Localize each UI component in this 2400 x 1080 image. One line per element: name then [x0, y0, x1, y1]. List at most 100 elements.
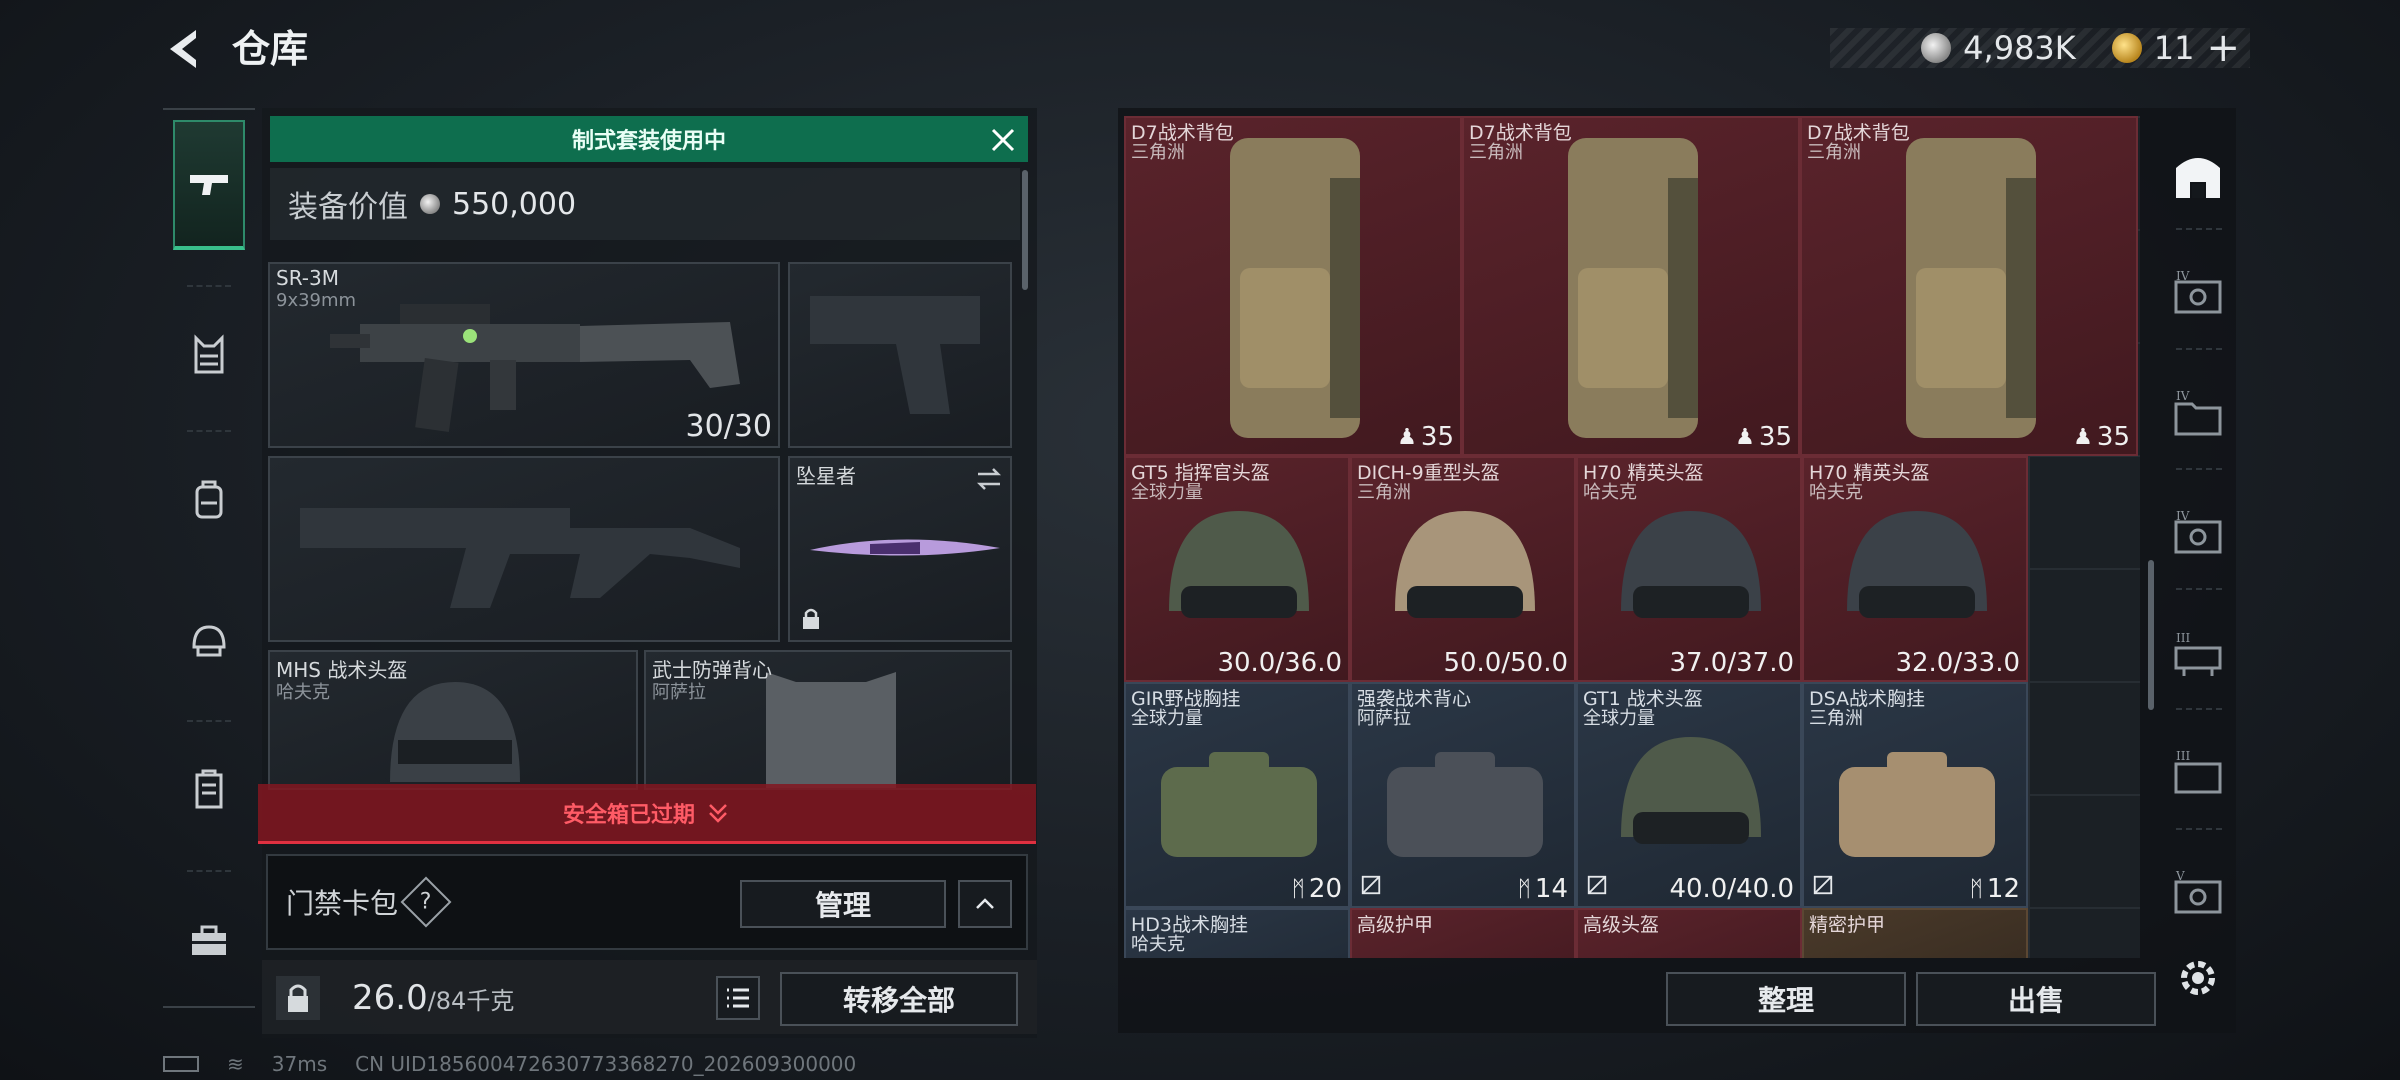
stash-item[interactable]: 强袭战术背心 阿萨拉 ᛗ 14	[1350, 682, 1576, 908]
backpack-icon	[1230, 138, 1360, 438]
case-iv-2-icon: IV	[2174, 509, 2222, 554]
stash-scrollbar[interactable]	[2148, 560, 2154, 710]
safebox-expired-banner[interactable]: 安全箱已过期	[258, 784, 1036, 844]
stash-item[interactable]: D7战术背包 三角洲 ♟ 35	[1124, 116, 1462, 456]
sidearm-slot[interactable]	[788, 262, 1012, 448]
primary-weapon-slot[interactable]: SR-3M 9x39mm 30/30	[268, 262, 780, 448]
svg-text:IV: IV	[2176, 389, 2190, 403]
back-button[interactable]	[160, 24, 210, 74]
item-count-value: 32.0/33.0	[1895, 648, 2020, 678]
helmet-slot[interactable]: MHS 战术头盔 哈夫克	[268, 650, 638, 790]
settings-button[interactable]	[2174, 954, 2222, 1002]
stash-item[interactable]: H70 精英头盔 哈夫克 32.0/33.0	[1802, 456, 2028, 682]
rail-case-iv[interactable]: IV	[2170, 268, 2226, 324]
add-currency-button[interactable]: +	[2206, 25, 2240, 71]
item-count-value: 12	[1986, 874, 2020, 904]
svg-text:V: V	[2175, 869, 2185, 883]
tab-chest-rig[interactable]	[173, 290, 245, 420]
item-brand: 全球力量	[1583, 708, 1655, 729]
stash-item[interactable]: 精密护甲	[1802, 908, 2028, 958]
wifi-icon: ≋	[227, 1052, 244, 1076]
manage-button[interactable]: 管理	[740, 880, 946, 928]
chevron-double-down-icon	[709, 803, 727, 823]
close-banner-button[interactable]	[985, 122, 1021, 158]
folder-iv-icon: IV	[2174, 389, 2222, 436]
backpack-icon	[195, 480, 223, 519]
pistol-placeholder-icon	[810, 296, 980, 414]
primary-weapon-caliber: 9x39mm	[276, 290, 357, 311]
rail-storage[interactable]	[2170, 148, 2226, 204]
svg-text:III: III	[2176, 631, 2190, 645]
item-count-value: 35	[1758, 422, 1792, 452]
stash-item[interactable]: D7战术背包 三角洲 ♟ 35	[1462, 116, 1800, 456]
item-brand: 三角洲	[1357, 482, 1411, 503]
helmet-icon	[192, 625, 226, 657]
secondary-weapon-slot[interactable]	[268, 456, 780, 642]
weight-lock-button[interactable]	[276, 976, 320, 1020]
rack-iii-icon: III	[2174, 631, 2222, 676]
lock-icon	[288, 984, 308, 1012]
stash-grid[interactable]: D7战术背包 三角洲 ♟ 35 D7战术背包 三角洲 ♟ 35 D7战术背包 三角洲 ♟ 35 G…	[1124, 116, 2140, 958]
equip-value-label: 装备价值	[288, 190, 408, 225]
tab-backpack[interactable]	[173, 435, 245, 565]
item-count: ᛗ 12	[1970, 874, 2020, 904]
stash-item[interactable]: DICH-9重型头盔 三角洲 50.0/50.0	[1350, 456, 1576, 682]
stash-item[interactable]: GT5 指挥官头盔 全球力量 30.0/36.0	[1124, 456, 1350, 682]
tab-helmet[interactable]	[173, 575, 245, 705]
currency-bar: 4,983K 11 +	[1830, 25, 2250, 71]
melee-slot[interactable]: 坠星者	[788, 456, 1012, 642]
tab-pouch[interactable]	[173, 725, 245, 855]
equipment-value: 装备价值 550,000	[270, 168, 1020, 240]
sell-button[interactable]: 出售	[1916, 972, 2156, 1026]
stash-item[interactable]: DSA战术胸挂 三角洲 ᛗ 12	[1802, 682, 2028, 908]
list-view-button[interactable]	[716, 976, 760, 1020]
stash-item[interactable]: 高级头盔	[1576, 908, 1802, 958]
rail-folder-iv[interactable]: IV	[2170, 388, 2226, 444]
item-brand: 哈夫克	[1583, 482, 1637, 503]
rail-case-v[interactable]: V	[2170, 868, 2226, 924]
item-count: 32.0/33.0	[1895, 648, 2020, 678]
armor-vest-icon	[194, 334, 224, 374]
stash-item[interactable]: GIR野战胸挂 全球力量 ᛗ 20	[1124, 682, 1350, 908]
tab-toolbox[interactable]	[173, 875, 245, 1005]
no-insure-icon	[1812, 874, 1834, 900]
close-icon	[991, 128, 1015, 152]
help-icon[interactable]: ?	[400, 876, 452, 928]
stash-item[interactable]: HD3战术胸挂 哈夫克	[1124, 908, 1350, 958]
silver-coin-icon	[420, 194, 440, 214]
loadout-status-banner: 制式套装使用中	[270, 116, 1028, 162]
tab-weapons[interactable]	[173, 120, 245, 250]
rail-rack-iii[interactable]: III	[2170, 628, 2226, 684]
gold-amount: 11	[2153, 29, 2195, 67]
item-brand: 三角洲	[1469, 142, 1523, 163]
item-count-value: 35	[2096, 422, 2130, 452]
settings-gear-icon	[2181, 961, 2215, 995]
stash-item[interactable]: 高级护甲	[1350, 908, 1576, 958]
item-count-value: 37.0/37.0	[1669, 648, 1794, 678]
sort-button[interactable]: 整理	[1666, 972, 1906, 1026]
stash-item[interactable]: H70 精英头盔 哈夫克 37.0/37.0	[1576, 456, 1802, 682]
loadout-scrollbar[interactable]	[1022, 170, 1028, 290]
battery-icon	[163, 1056, 199, 1072]
capacity-icon: ♟	[2073, 424, 2093, 450]
equip-value-amount: 550,000	[452, 186, 577, 222]
transfer-all-button[interactable]: 转移全部	[780, 972, 1018, 1026]
back-arrow-icon	[170, 30, 196, 68]
item-count: 50.0/50.0	[1443, 648, 1568, 678]
primary-weapon-ammo: 30/30	[685, 409, 772, 444]
item-name: 精密护甲	[1809, 914, 1886, 936]
collapse-button[interactable]	[958, 880, 1012, 928]
toolbox-icon	[192, 925, 226, 955]
item-brand: 阿萨拉	[1357, 708, 1411, 729]
capacity-icon: ♟	[1735, 424, 1755, 450]
rail-case-iii[interactable]: III	[2170, 748, 2226, 804]
status-bar: ≋ 37ms CN UID1856004726307733682​70_2026…	[163, 1052, 856, 1076]
stash-item[interactable]: GT1 战术头盔 全球力量 40.0/40.0	[1576, 682, 1802, 908]
vest-slot[interactable]: 武士防弹背心 阿萨拉	[644, 650, 1012, 790]
vest-brand: 阿萨拉	[652, 682, 706, 703]
slots-icon: ᛗ	[1969, 876, 1983, 902]
safebox-expired-text: 安全箱已过期	[562, 802, 695, 828]
stash-item[interactable]: D7战术背包 三角洲 ♟ 35	[1800, 116, 2138, 456]
rail-case-iv-2[interactable]: IV	[2170, 508, 2226, 564]
case-iii-icon: III	[2174, 749, 2222, 794]
